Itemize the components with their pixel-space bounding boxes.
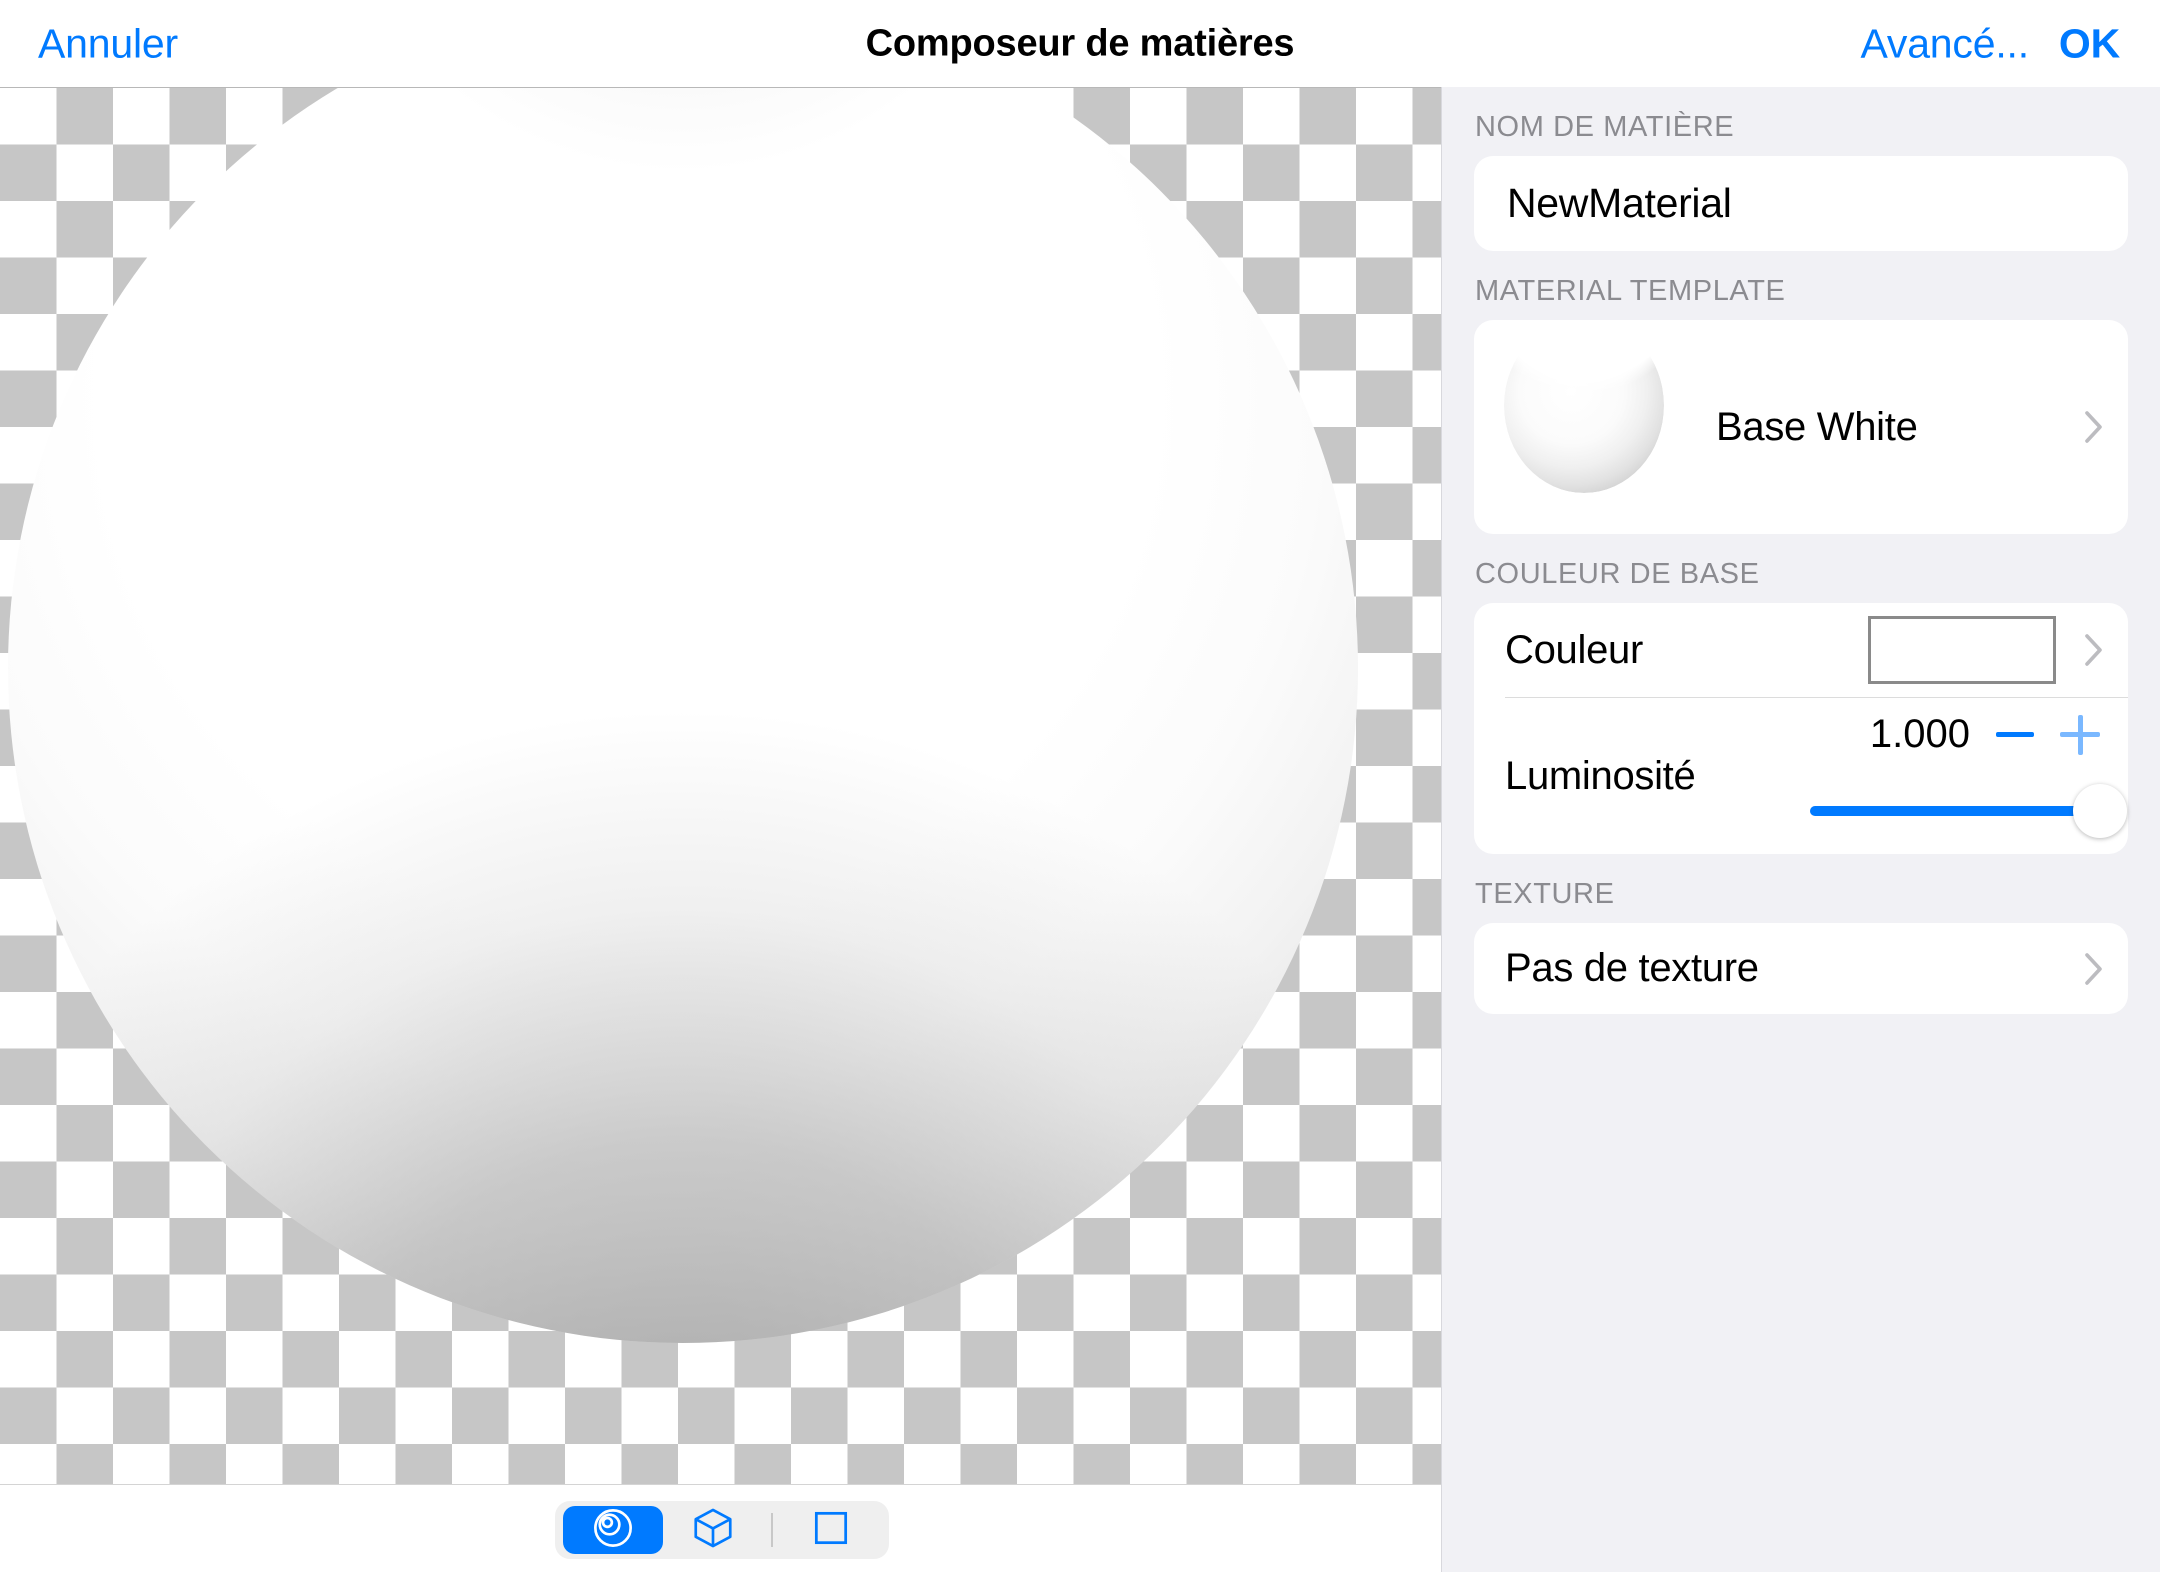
- page-title: Composeur de matières: [865, 22, 1295, 64]
- brightness-stepper: 1.000: [1870, 712, 2100, 757]
- brightness-row: Luminosité 1.000: [1474, 698, 2128, 854]
- chevron-right-icon: [2084, 952, 2104, 986]
- shape-sphere-button[interactable]: [563, 1506, 663, 1554]
- toolbar-separator: [771, 1513, 773, 1547]
- section-header-material-template: MATERIAL TEMPLATE: [1475, 275, 1786, 307]
- cube-icon: [690, 1505, 736, 1556]
- material-template-row[interactable]: Base White: [1474, 318, 2128, 534]
- material-composer-window: Annuler Composeur de matières Avancé... …: [0, 0, 2160, 1572]
- square-icon: [809, 1506, 853, 1555]
- material-template-card[interactable]: Base White: [1474, 318, 2128, 534]
- texture-value-label: Pas de texture: [1505, 946, 1759, 990]
- template-name-label: Base White: [1716, 404, 1918, 449]
- base-color-card: Couleur Luminosité 1.000: [1474, 603, 2128, 854]
- preview-sphere-highlight: [8, 88, 1358, 1343]
- color-row[interactable]: Couleur: [1474, 603, 2128, 697]
- decrement-button[interactable]: [1996, 732, 2034, 737]
- increment-button[interactable]: [2060, 714, 2100, 755]
- chevron-right-icon: [2084, 410, 2104, 444]
- advanced-button[interactable]: Avancé...: [1861, 20, 2030, 67]
- material-name-card[interactable]: NewMaterial: [1474, 156, 2128, 251]
- brightness-value: 1.000: [1869, 712, 1970, 756]
- sphere-icon: [590, 1505, 636, 1556]
- section-header-texture: TEXTURE: [1475, 878, 1615, 910]
- material-preview-canvas[interactable]: [0, 87, 1441, 1484]
- material-name-row[interactable]: NewMaterial: [1474, 156, 2128, 251]
- texture-row[interactable]: Pas de texture: [1474, 923, 2128, 1014]
- template-thumbnail: [1504, 318, 1664, 502]
- slider-thumb[interactable]: [2073, 784, 2127, 838]
- shape-plane-button[interactable]: [781, 1506, 881, 1554]
- section-header-material-name: NOM DE MATIÈRE: [1475, 111, 1735, 143]
- navigation-bar: Annuler Composeur de matières Avancé... …: [0, 0, 2160, 87]
- slider-fill: [1810, 806, 2100, 816]
- color-label: Couleur: [1505, 627, 1643, 672]
- shape-cube-button[interactable]: [663, 1506, 763, 1554]
- texture-card[interactable]: Pas de texture: [1474, 923, 2128, 1014]
- navbar-right-actions: Avancé... OK: [1861, 20, 2121, 67]
- brightness-slider[interactable]: [1810, 784, 2127, 838]
- shape-segmented-control: [555, 1501, 889, 1559]
- section-header-base-color: COULEUR DE BASE: [1475, 558, 1760, 590]
- ok-button[interactable]: OK: [2059, 20, 2120, 67]
- chevron-right-icon: [2084, 633, 2104, 667]
- brightness-label: Luminosité: [1505, 754, 1696, 798]
- material-inspector-panel: NOM DE MATIÈRE NewMaterial MATERIAL TEMP…: [1441, 87, 2160, 1572]
- material-name-input[interactable]: NewMaterial: [1474, 180, 1732, 227]
- preview-shape-toolbar: [0, 1484, 1441, 1572]
- color-swatch[interactable]: [1868, 616, 2056, 684]
- template-sphere-preview: [1504, 318, 1664, 493]
